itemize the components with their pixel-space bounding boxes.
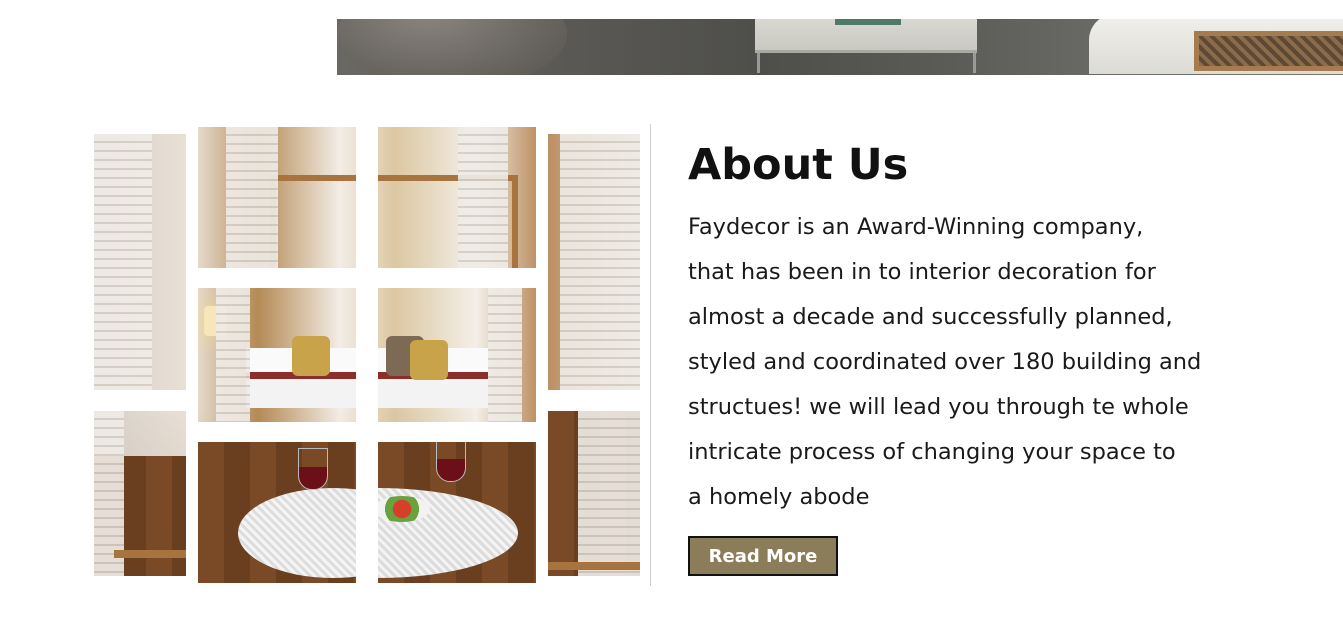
mosaic-tile	[548, 134, 640, 390]
tray-shape	[1194, 31, 1343, 71]
mosaic-tile	[94, 411, 186, 576]
about-description: Faydecor is an Award-Winning company, th…	[688, 214, 1202, 510]
hero-image	[337, 19, 1343, 75]
mosaic-tile	[94, 134, 186, 390]
book-shape	[835, 19, 901, 25]
vertical-divider	[650, 124, 651, 586]
mosaic-tile	[198, 127, 356, 268]
mosaic-tile	[378, 288, 536, 422]
read-more-button[interactable]: Read More	[688, 536, 838, 576]
mosaic-tile	[198, 288, 356, 422]
mosaic-tile	[198, 442, 356, 583]
about-title: About Us	[688, 140, 909, 190]
mosaic-tile	[378, 127, 536, 268]
armchair-shape	[337, 19, 567, 75]
mosaic-tile	[378, 442, 536, 583]
mosaic-tile	[548, 411, 640, 576]
